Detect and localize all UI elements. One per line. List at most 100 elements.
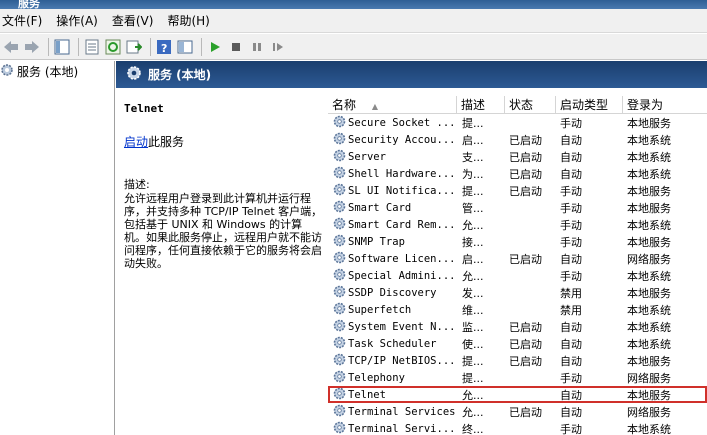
services-rows: Secure Socket ... 提... 手动 本地服务 Security Acco… [328, 114, 707, 435]
window-title: 服务 [18, 0, 40, 9]
svg-text:?: ? [161, 42, 167, 55]
forward-icon[interactable] [23, 38, 41, 56]
service-row[interactable]: Terminal Servi... 终... 手动 本地系统 [328, 420, 707, 435]
services-list: 名称 ▲ 描述 状态 启动类型 登录为 Secure Socket ... 提..… [328, 96, 707, 435]
service-name-text: TCP/IP NetBIOS... [348, 354, 456, 367]
column-header: 名称 ▲ 描述 状态 启动类型 登录为 [328, 96, 707, 114]
service-name-text: Task Scheduler [348, 337, 437, 350]
service-desc-cell: 支... [462, 150, 484, 164]
service-desc-cell: 允... [462, 388, 484, 402]
service-row[interactable]: Telnet 允... 自动 本地服务 [328, 386, 707, 403]
service-gear-icon [333, 404, 346, 420]
column-name-label: 名称 [332, 98, 357, 112]
service-logon-cell: 本地服务 [627, 354, 671, 368]
service-row[interactable]: Secure Socket ... 提... 手动 本地服务 [328, 114, 707, 131]
service-name-text: Software Licen... [348, 252, 456, 265]
service-gear-icon [333, 115, 346, 131]
column-startup[interactable]: 启动类型 [556, 96, 623, 114]
service-name-cell: Software Licen... [328, 251, 457, 267]
help-icon[interactable]: ? [155, 38, 173, 56]
service-gear-icon [333, 149, 346, 165]
column-status[interactable]: 状态 [505, 96, 556, 114]
service-name-cell: Terminal Servi... [328, 421, 457, 435]
service-logon-cell: 本地系统 [627, 422, 671, 435]
service-name-text: Terminal Services [348, 405, 456, 418]
service-name-cell: Server [328, 149, 457, 165]
start-service-line: 启动此服务 [124, 133, 320, 150]
menu-bar: 文件(F) 操作(A) 查看(V) 帮助(H) [0, 9, 707, 33]
service-startup-cell: 自动 [560, 337, 582, 351]
service-name-cell: Smart Card [328, 200, 457, 216]
column-name[interactable]: 名称 ▲ [328, 96, 457, 114]
service-startup-cell: 自动 [560, 150, 582, 164]
service-name-text: Server [348, 150, 386, 163]
service-startup-cell: 手动 [560, 218, 582, 232]
service-logon-cell: 本地系统 [627, 133, 671, 147]
service-name-text: Superfetch [348, 303, 412, 316]
service-row[interactable]: Special Admini... 允... 手动 本地系统 [328, 267, 707, 284]
service-row[interactable]: Smart Card 管... 手动 本地服务 [328, 199, 707, 216]
service-name-text: Smart Card Rem... [348, 218, 456, 231]
service-status-cell: 已启动 [509, 184, 542, 198]
start-service-link[interactable]: 启动 [124, 135, 148, 149]
service-row[interactable]: Security Accou... 启... 已启动 自动 本地系统 [328, 131, 707, 148]
service-startup-cell: 自动 [560, 354, 582, 368]
service-gear-icon [333, 353, 346, 369]
console-tree-icon[interactable] [53, 38, 71, 56]
service-row[interactable]: SL UI Notifica... 提... 已启动 手动 本地服务 [328, 182, 707, 199]
menu-file[interactable]: 文件(F) [2, 12, 50, 29]
tree-item-services-local[interactable]: 服务 (本地) [0, 63, 78, 80]
back-icon[interactable] [2, 38, 20, 56]
service-gear-icon [333, 234, 346, 250]
service-name-cell: TCP/IP NetBIOS... [328, 353, 457, 369]
service-row[interactable]: Telephony 提... 手动 网络服务 [328, 369, 707, 386]
service-row[interactable]: TCP/IP NetBIOS... 提... 已启动 自动 本地服务 [328, 352, 707, 369]
properties-icon[interactable] [83, 38, 101, 56]
export-icon[interactable] [125, 38, 143, 56]
service-startup-cell: 自动 [560, 388, 582, 402]
sort-ascending-icon: ▲ [371, 102, 378, 111]
service-desc-cell: 提... [462, 371, 484, 385]
service-gear-icon [333, 166, 346, 182]
column-logon[interactable]: 登录为 [623, 96, 707, 114]
refresh-icon[interactable] [104, 38, 122, 56]
service-row[interactable]: Smart Card Rem... 允... 手动 本地系统 [328, 216, 707, 233]
service-logon-cell: 网络服务 [627, 371, 671, 385]
service-row[interactable]: Terminal Services 允... 已启动 自动 网络服务 [328, 403, 707, 420]
service-row[interactable]: SSDP Discovery 发... 禁用 本地服务 [328, 284, 707, 301]
resume-icon[interactable] [269, 38, 287, 56]
services-icon [126, 65, 142, 84]
start-service-suffix: 此服务 [148, 135, 185, 149]
stop-icon[interactable] [227, 38, 245, 56]
service-gear-icon [333, 268, 346, 284]
service-name-cell: Smart Card Rem... [328, 217, 457, 233]
service-startup-cell: 手动 [560, 422, 582, 435]
service-name-cell: Security Accou... [328, 132, 457, 148]
pane-header: 服务 (本地) [116, 61, 707, 88]
service-startup-cell: 手动 [560, 235, 582, 249]
pane-header-title: 服务 (本地) [148, 68, 212, 82]
menu-action[interactable]: 操作(A) [56, 12, 106, 29]
service-row[interactable]: Task Scheduler 使... 已启动 自动 本地系统 [328, 335, 707, 352]
service-row[interactable]: SNMP Trap 接... 手动 本地服务 [328, 233, 707, 250]
service-name-cell: SNMP Trap [328, 234, 457, 250]
service-desc-cell: 启... [462, 133, 484, 147]
menu-help[interactable]: 帮助(H) [167, 12, 217, 29]
service-status-cell: 已启动 [509, 150, 542, 164]
start-icon[interactable] [206, 38, 224, 56]
service-logon-cell: 本地系统 [627, 218, 671, 232]
column-desc[interactable]: 描述 [457, 96, 505, 114]
service-row[interactable]: Server 支... 已启动 自动 本地系统 [328, 148, 707, 165]
menu-view[interactable]: 查看(V) [112, 12, 162, 29]
service-name-text: System Event N... [348, 320, 456, 333]
view-icon[interactable] [176, 38, 194, 56]
pause-icon[interactable] [248, 38, 266, 56]
service-startup-cell: 手动 [560, 269, 582, 283]
service-row[interactable]: System Event N... 监... 已启动 自动 本地系统 [328, 318, 707, 335]
service-row[interactable]: Software Licen... 启... 已启动 自动 网络服务 [328, 250, 707, 267]
toolbar-separator [48, 37, 49, 56]
service-row[interactable]: Shell Hardware... 为... 已启动 自动 本地系统 [328, 165, 707, 182]
service-gear-icon [333, 251, 346, 267]
description-text: 允许远程用户登录到此计算机并运行程序，并支持多种 TCP/IP Telnet 客… [124, 192, 323, 270]
service-row[interactable]: Superfetch 维... 禁用 本地系统 [328, 301, 707, 318]
